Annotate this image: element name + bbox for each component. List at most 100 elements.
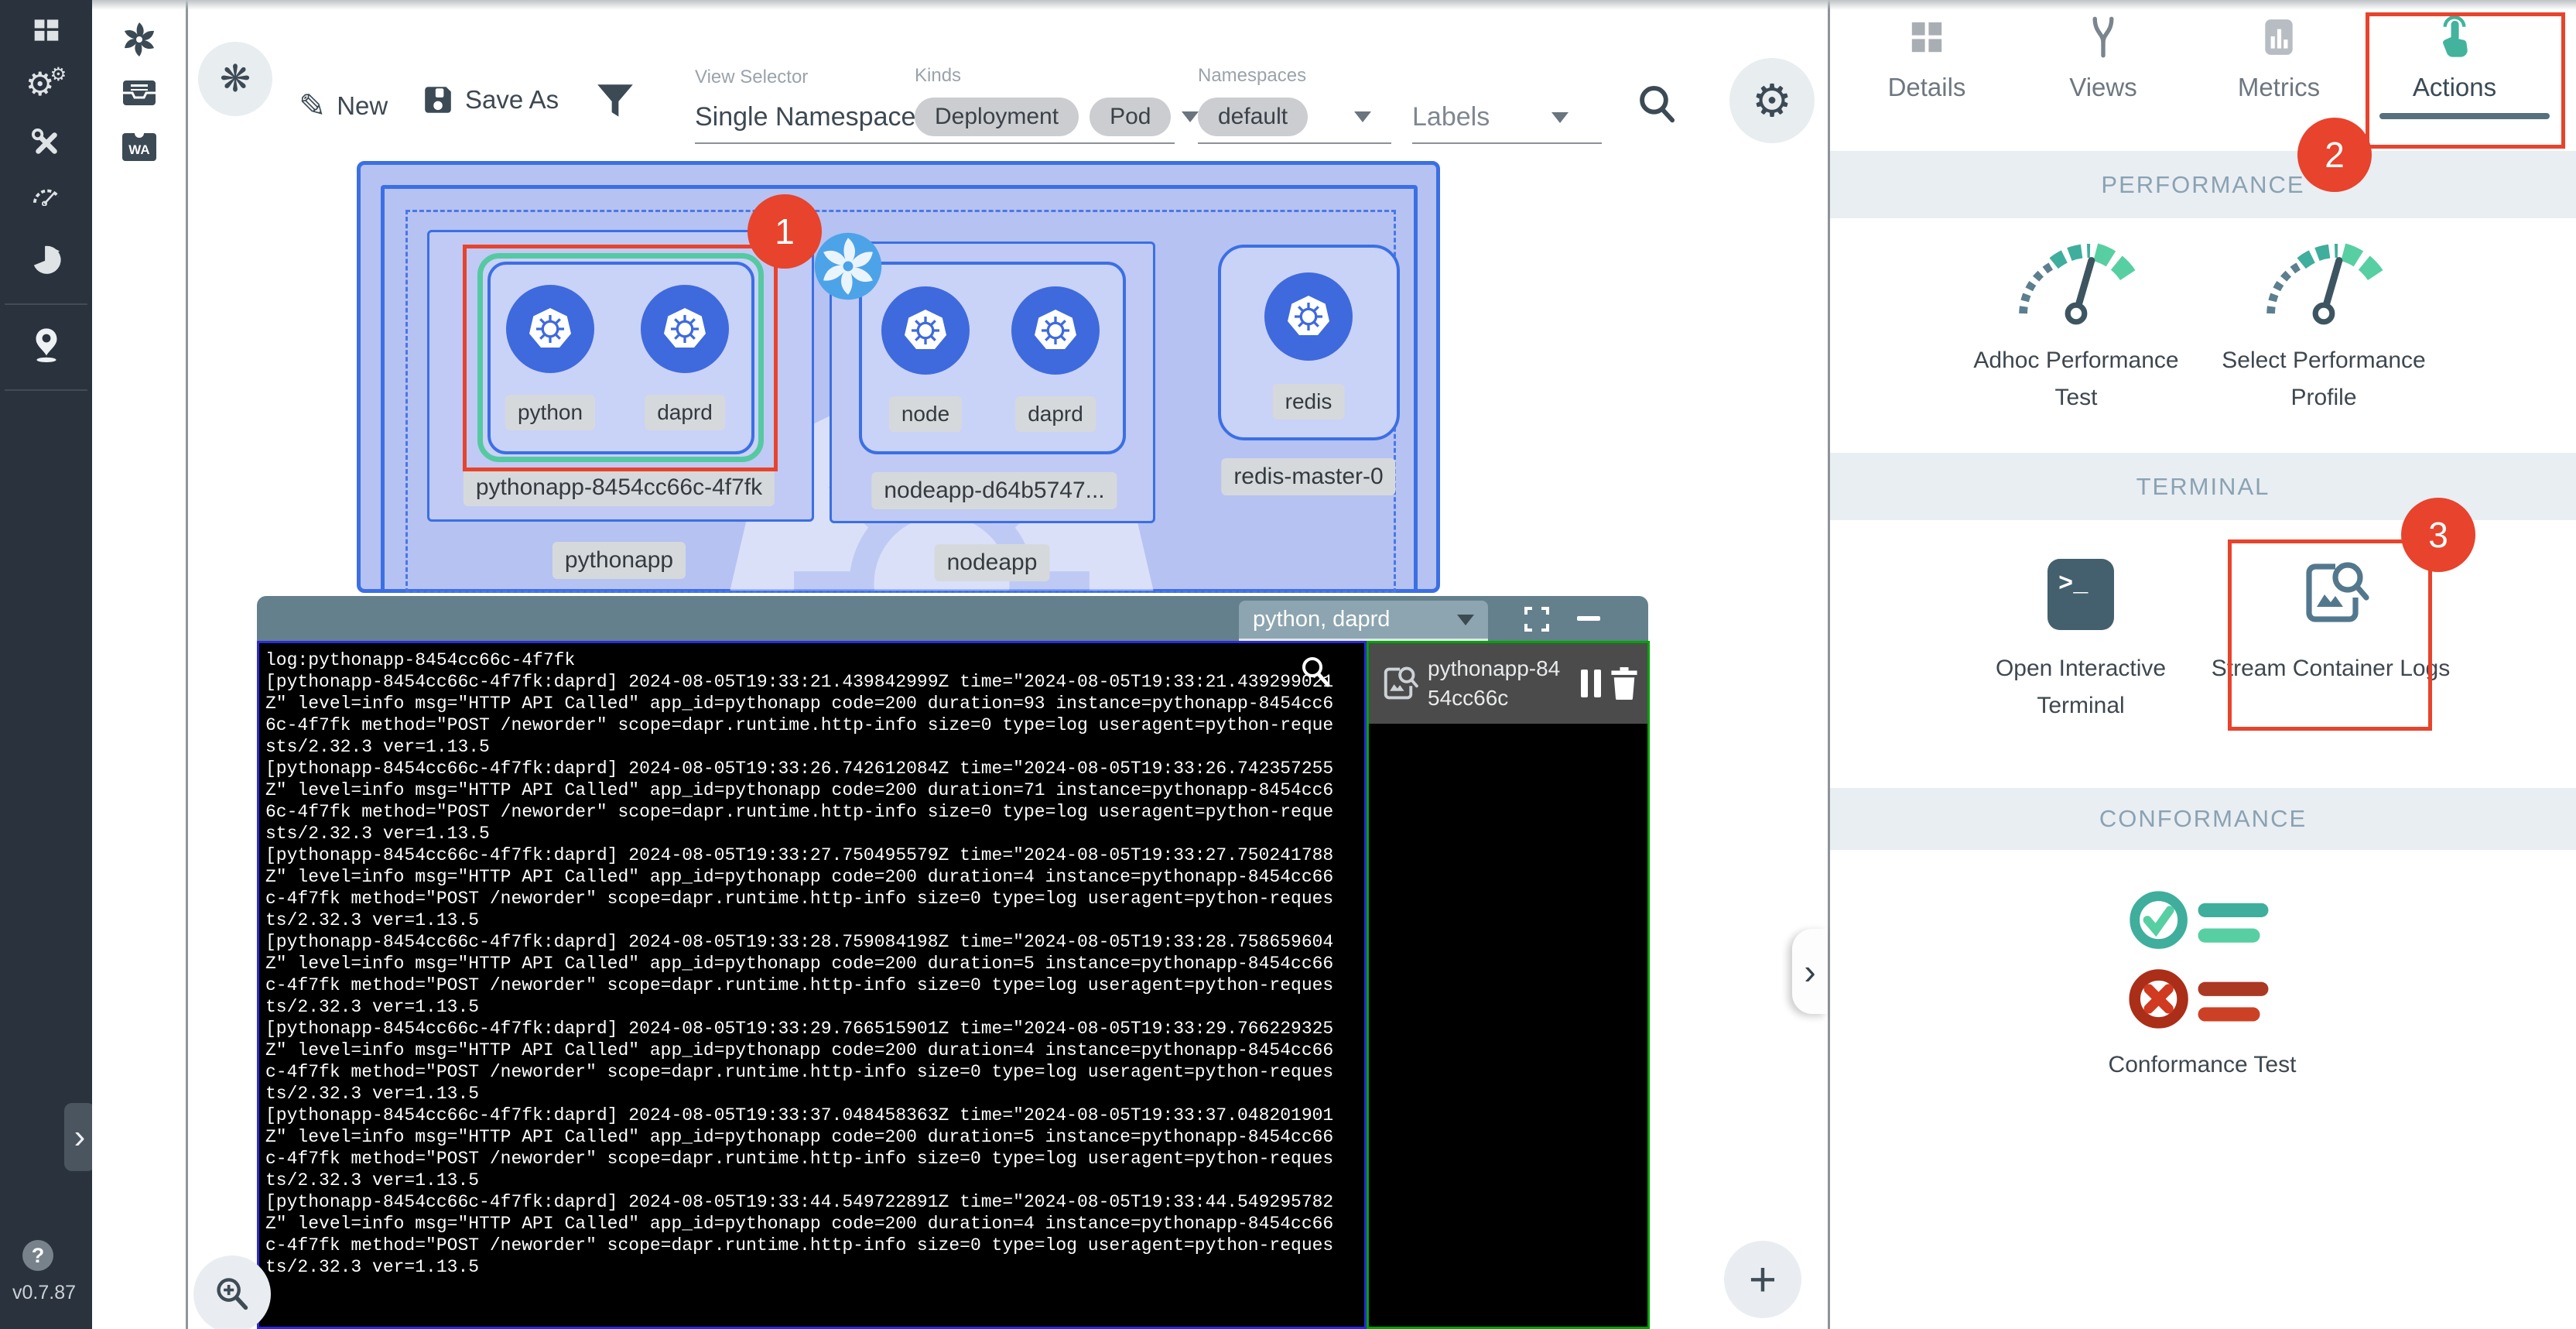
gear-icon: ⚙	[1752, 74, 1792, 127]
labels-underline	[1412, 142, 1602, 144]
deployment-label: pythonapp	[552, 542, 686, 579]
log-entry: [pythonapp-8454cc66c-4f7fk:daprd] 2024-0…	[265, 1191, 1333, 1278]
help-button[interactable]: ?	[22, 1240, 53, 1271]
dapr-sidecar-icon	[812, 231, 884, 302]
sidebar-divider	[5, 303, 87, 305]
add-button[interactable]: +	[1724, 1241, 1801, 1318]
deployment-label: nodeapp	[935, 544, 1050, 581]
dapr-logo-icon[interactable]	[92, 20, 186, 59]
secondary-sidebar: WA ›	[92, 0, 188, 1329]
wa-text: WA	[128, 142, 149, 157]
minimize-button[interactable]	[1577, 616, 1600, 621]
action-item-label[interactable]: Open Interactive Terminal	[1957, 650, 2205, 724]
namespaces-underline	[1198, 142, 1391, 144]
streaming-pod-item[interactable]: pythonapp-8454cc66c	[1369, 643, 1647, 724]
tab-details[interactable]: Details	[1842, 12, 2012, 102]
log-entry: [pythonapp-8454cc66c-4f7fk:daprd] 2024-0…	[265, 1018, 1333, 1105]
new-button[interactable]: ✎ New	[299, 87, 388, 125]
kinds-label: Kinds	[915, 65, 961, 87]
log-title: log:pythonapp-8454cc66c-4f7fk	[265, 649, 1333, 671]
action-item-label[interactable]: Adhoc Performance Test	[1952, 342, 2200, 416]
streaming-pod-name: pythonapp-8454cc66c	[1428, 654, 1572, 713]
kubernetes-icon	[1030, 305, 1081, 356]
delete-stream-button[interactable]	[1610, 667, 1638, 700]
pause-stream-button[interactable]	[1581, 670, 1601, 697]
kinds-underline	[915, 142, 1175, 144]
fullscreen-button[interactable]	[1523, 605, 1551, 633]
select-performance-profile-button[interactable]	[2254, 232, 2393, 325]
view-selector-dropdown[interactable]: Single Namespace	[695, 102, 946, 132]
annotation-badge-1: 1	[747, 194, 822, 269]
tools-icon[interactable]	[0, 128, 92, 158]
search-icon	[1637, 84, 1677, 124]
gauge-icon	[2006, 232, 2146, 325]
streaming-pod-list: pythonapp-8454cc66c	[1367, 641, 1650, 1329]
conformance-test-button[interactable]	[2125, 886, 2280, 1041]
tab-metrics[interactable]: Metrics	[2194, 12, 2364, 102]
annotation-rect-step3	[2228, 539, 2432, 731]
location-pin-icon[interactable]	[0, 325, 92, 365]
log-output[interactable]: log:pythonapp-8454cc66c-4f7fk [pythonapp…	[257, 641, 1367, 1329]
sidebar-divider	[5, 389, 87, 391]
settings-button[interactable]: ⚙	[1729, 58, 1815, 143]
zoom-in-icon	[214, 1276, 251, 1313]
log-entry: [pythonapp-8454cc66c-4f7fk:daprd] 2024-0…	[265, 671, 1333, 758]
labels-value: Labels	[1412, 102, 1490, 132]
search-button[interactable]	[1637, 84, 1677, 124]
container-node[interactable]	[881, 286, 970, 375]
pod-label: redis-master-0	[1221, 458, 1395, 495]
tab-views[interactable]: Views	[2018, 12, 2188, 102]
gauge-icon[interactable]	[0, 186, 92, 206]
adhoc-performance-test-button[interactable]	[2006, 232, 2146, 325]
pod-label: nodeapp-d64b5747...	[871, 472, 1117, 509]
container-daprd[interactable]	[1011, 286, 1100, 375]
app-root: ⚙ ⚙ › ? v0.7.87 WA ›	[0, 0, 2576, 1329]
tab-label: Views	[2018, 73, 2188, 102]
panel-collapse-button[interactable]: ›	[1792, 929, 1828, 1014]
container-label: redis	[1273, 384, 1345, 420]
pod-label: pythonapp-8454cc66c-4f7fk	[464, 469, 775, 506]
filter-funnel-icon[interactable]	[596, 82, 635, 121]
log-entry: [pythonapp-8454cc66c-4f7fk:daprd] 2024-0…	[265, 1105, 1333, 1191]
gauge-icon	[2254, 232, 2393, 325]
wa-badge-icon[interactable]: WA	[92, 130, 186, 164]
action-item-label[interactable]: Conformance Test	[2078, 1046, 2326, 1084]
chevron-down-icon	[1551, 112, 1569, 123]
version-label: v0.7.87	[12, 1282, 76, 1304]
log-entry: [pythonapp-8454cc66c-4f7fk:daprd] 2024-0…	[265, 758, 1333, 844]
annotation-badge-3: 3	[2401, 498, 2475, 572]
annotation-badge-2: 2	[2297, 118, 2372, 192]
sidebar-expand-button[interactable]: ›	[64, 1103, 95, 1171]
save-as-button[interactable]: Save As	[422, 84, 559, 116]
chevron-down-icon	[1354, 111, 1371, 122]
namespaces-dropdown[interactable]: default	[1198, 98, 1371, 136]
annotation-rect-step2	[2366, 12, 2565, 149]
action-item-label[interactable]: Select Performance Profile	[2200, 342, 2448, 416]
kind-chip[interactable]: Pod	[1090, 98, 1171, 136]
open-interactive-terminal-button[interactable]: >_	[2047, 559, 2114, 630]
view-selector-value: Single Namespace	[695, 102, 915, 132]
settings-gears-icon[interactable]: ⚙ ⚙	[0, 68, 92, 101]
kinds-dropdown[interactable]: Deployment Pod	[915, 98, 1199, 136]
snowflake-icon: ❋	[220, 57, 251, 101]
tab-label: Details	[1842, 73, 2012, 102]
container-redis[interactable]	[1264, 272, 1353, 361]
labels-dropdown[interactable]: Labels	[1412, 102, 1569, 132]
conformance-checklist-icon	[2125, 886, 2280, 1041]
log-entry: [pythonapp-8454cc66c-4f7fk:daprd] 2024-0…	[265, 844, 1333, 931]
chevron-down-icon	[1182, 111, 1199, 122]
kind-chip[interactable]: Deployment	[915, 98, 1079, 136]
container-selector-dropdown[interactable]: python, daprd	[1239, 601, 1488, 641]
pencil-icon: ✎	[299, 87, 326, 125]
kubernetes-icon	[900, 305, 951, 356]
inbox-tray-icon[interactable]	[92, 77, 186, 108]
zoom-in-button[interactable]	[193, 1255, 271, 1329]
namespace-chip[interactable]: default	[1198, 98, 1308, 136]
new-button-label: New	[337, 91, 388, 121]
container-label: daprd	[1015, 396, 1096, 432]
section-header-conformance: CONFORMANCE	[1830, 788, 2576, 850]
views-branch-icon	[2018, 12, 2188, 62]
dashboard-icon[interactable]	[0, 17, 92, 43]
pie-chart-icon[interactable]	[0, 245, 92, 274]
snowflake-menu-button[interactable]: ❋	[198, 42, 272, 116]
